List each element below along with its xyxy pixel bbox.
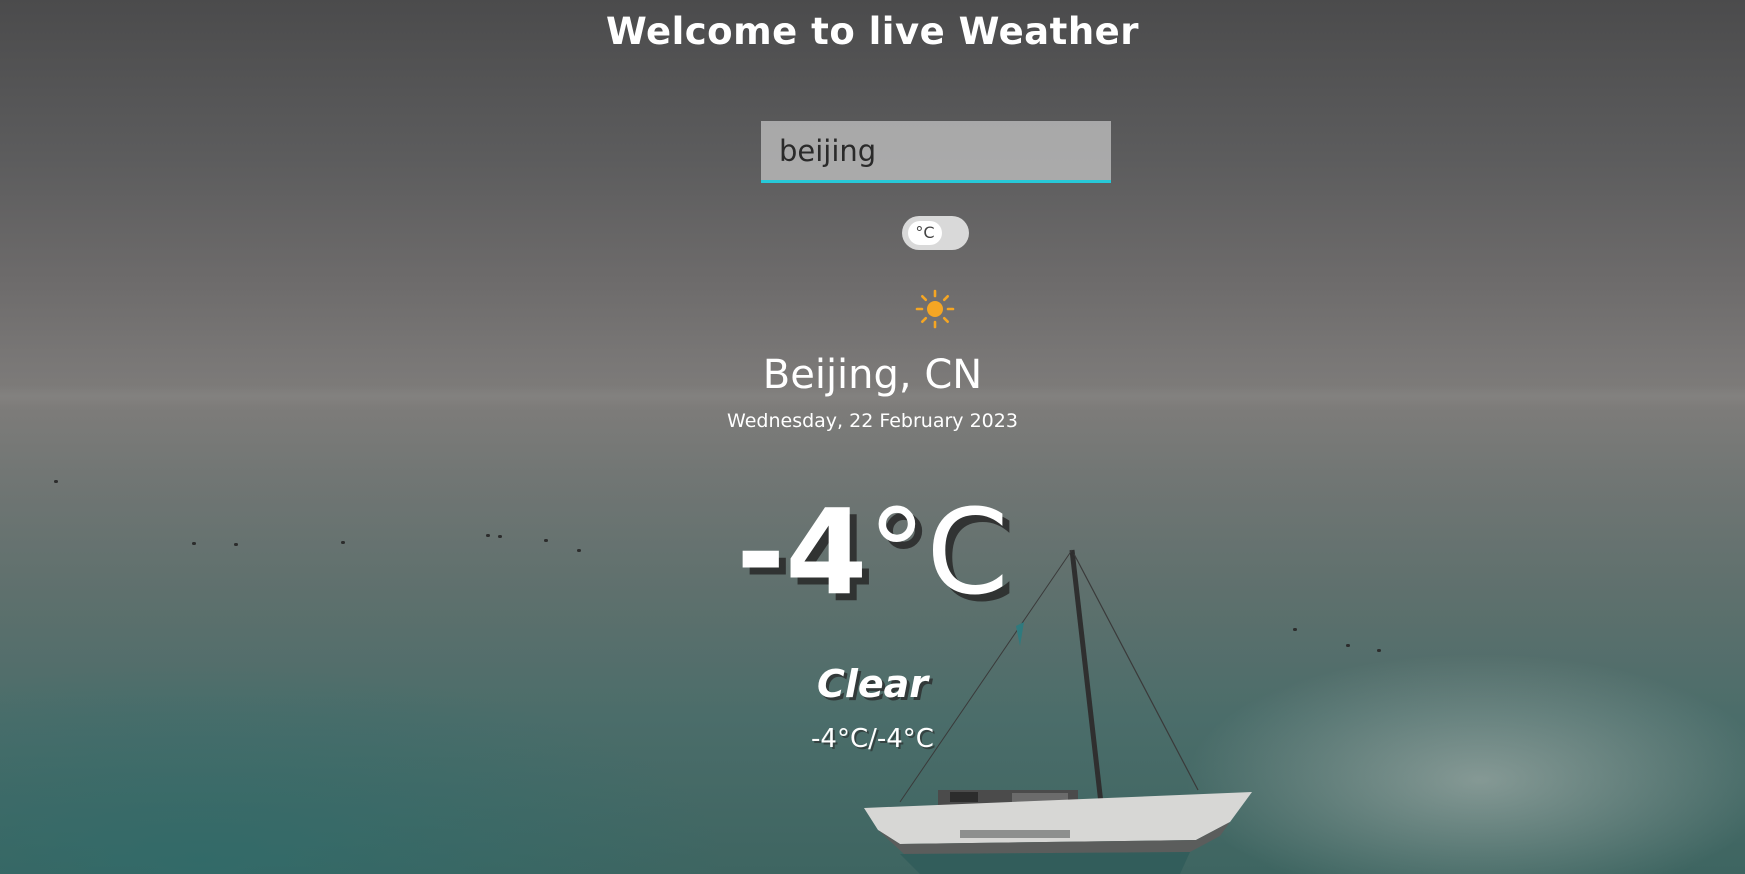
current-temperature: -4°C	[0, 482, 1745, 622]
location-name: Beijing, CN	[762, 352, 983, 398]
weather-condition: Clear	[816, 662, 929, 706]
current-date: Wednesday, 22 February 2023	[727, 410, 1018, 432]
unit-toggle-knob: °C	[908, 221, 942, 245]
sun-icon	[915, 289, 955, 329]
temperature-range: -4°C/-4°C	[811, 724, 934, 754]
page-title: Welcome to live Weather	[605, 10, 1140, 53]
temperature-unit: °C	[867, 483, 1009, 621]
bird	[1293, 628, 1297, 631]
unit-toggle[interactable]: °C	[902, 216, 969, 250]
bird	[1377, 649, 1381, 652]
temperature-value: -4	[736, 483, 868, 621]
bird	[1346, 644, 1350, 647]
city-search-input[interactable]	[761, 121, 1111, 183]
